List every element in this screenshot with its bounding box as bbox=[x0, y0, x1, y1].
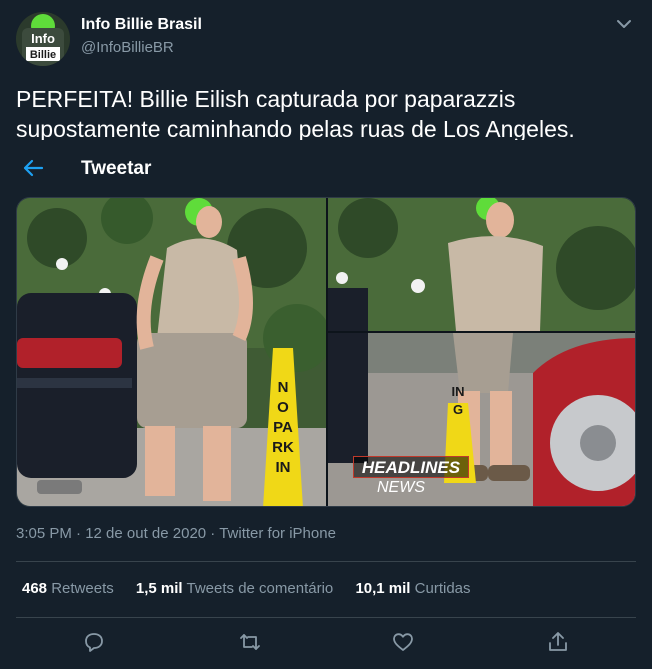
author-handle[interactable]: @InfoBillieBR bbox=[81, 39, 174, 56]
tweet-timestamp[interactable]: 3:05 PM · 12 de out de 2020 · Twitter fo… bbox=[16, 525, 336, 542]
avatar-text-line1: Info bbox=[31, 31, 55, 46]
tweet-text: PERFEITA! Billie Eilish capturada por pa… bbox=[16, 86, 575, 140]
likes-stat[interactable]: 10,1 mil Curtidas bbox=[355, 580, 470, 597]
parking-sign-text: NO PARKIN bbox=[272, 379, 294, 476]
tweet-stats: 468 Retweets 1,5 mil Tweets de comentári… bbox=[22, 580, 489, 597]
watermark-headlines: HEADLINES bbox=[353, 456, 469, 478]
retweets-stat[interactable]: 468 Retweets bbox=[22, 580, 118, 597]
avatar-image: Info Billie bbox=[16, 12, 70, 66]
quote-count: 1,5 mil bbox=[135, 580, 183, 597]
share-icon[interactable] bbox=[546, 630, 570, 654]
divider bbox=[16, 561, 636, 562]
photo-left[interactable]: NO PARKIN bbox=[17, 198, 326, 506]
sticky-header: Tweetar bbox=[0, 141, 652, 195]
like-icon[interactable] bbox=[391, 630, 415, 654]
avatar[interactable]: Info Billie bbox=[16, 12, 70, 66]
watermark-news: NEWS bbox=[377, 479, 425, 496]
action-bar bbox=[0, 630, 652, 660]
quote-tweets-stat[interactable]: 1,5 mil Tweets de comentário bbox=[136, 580, 338, 597]
quote-label: Tweets de comentário bbox=[186, 580, 334, 597]
parking-sign-text-right: ING bbox=[451, 384, 465, 417]
media-grid[interactable]: NO PARKIN ING HEADLINES NEWS bbox=[16, 197, 636, 507]
retweets-label: Retweets bbox=[51, 580, 114, 597]
tweet-detail: Info Billie Info Billie Brasil @InfoBill… bbox=[0, 0, 652, 669]
likes-label: Curtidas bbox=[414, 580, 471, 597]
author-display-name[interactable]: Info Billie Brasil bbox=[81, 16, 202, 34]
photo-bottom-right[interactable]: ING bbox=[328, 333, 635, 506]
retweet-icon[interactable] bbox=[238, 630, 262, 654]
divider bbox=[16, 617, 636, 618]
back-arrow-icon[interactable] bbox=[22, 157, 44, 179]
avatar-text-line2: Billie bbox=[30, 49, 56, 61]
likes-count: 10,1 mil bbox=[355, 580, 411, 597]
reply-icon[interactable] bbox=[82, 630, 106, 654]
photo-top-right[interactable] bbox=[328, 198, 635, 331]
retweets-count: 468 bbox=[22, 580, 48, 597]
header-title: Tweetar bbox=[81, 158, 152, 179]
chevron-down-icon[interactable] bbox=[614, 14, 634, 34]
